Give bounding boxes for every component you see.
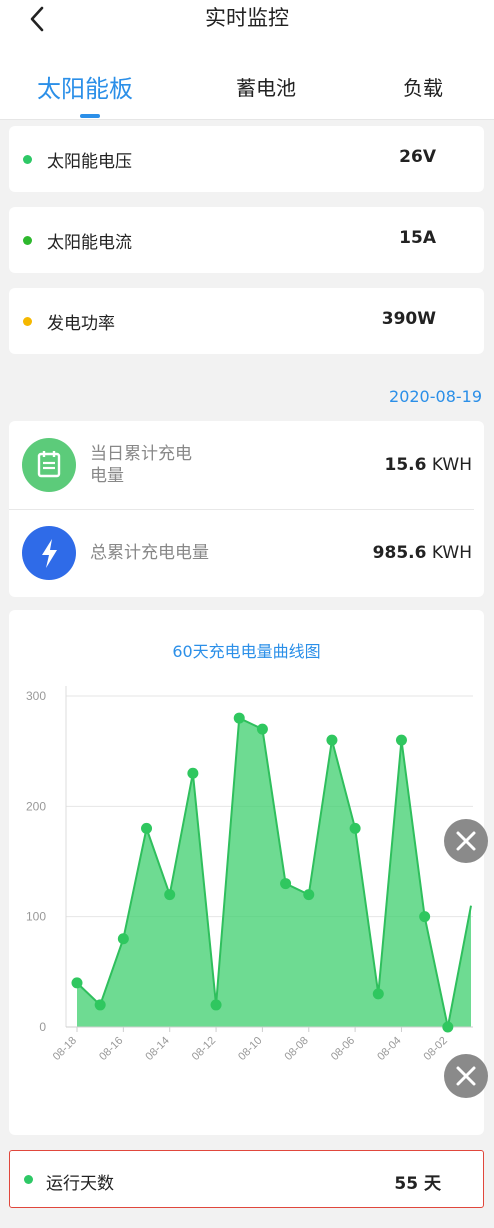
data-point <box>164 889 176 901</box>
data-point <box>326 734 338 746</box>
active-tab-indicator <box>80 114 100 118</box>
data-point <box>256 723 268 735</box>
daily-charge-value: 15.6 KWH <box>384 455 473 475</box>
data-point <box>419 911 431 923</box>
metric-row-solar-voltage: 太阳能电压 26V <box>9 126 484 192</box>
metric-value: 26V <box>399 147 436 167</box>
status-dot <box>24 1175 33 1184</box>
status-dot <box>23 236 32 245</box>
data-point <box>71 977 83 989</box>
metric-value: 390W <box>381 309 436 329</box>
tab-load[interactable]: 负载 <box>403 72 443 101</box>
status-dot <box>23 155 32 164</box>
metric-label: 太阳能电流 <box>47 233 132 253</box>
data-point <box>280 878 292 890</box>
x-tick-label: 08-16 <box>97 1035 125 1063</box>
data-point <box>233 712 245 724</box>
page-title: 实时监控 <box>205 6 289 30</box>
tab-solar-panel[interactable]: 太阳能板 <box>37 69 133 104</box>
tab-bar: 太阳能板 蓄电池 负载 <box>0 72 494 120</box>
status-dot <box>23 317 32 326</box>
total-charge-label: 总累计充电电量 <box>90 543 209 563</box>
x-tick-label: 08-08 <box>283 1035 311 1063</box>
x-tick-label: 08-14 <box>143 1035 171 1063</box>
y-tick-label: 300 <box>26 689 46 703</box>
metric-label: 太阳能电压 <box>47 152 132 172</box>
total-charge-value: 985.6 KWH <box>372 543 472 563</box>
x-tick-label: 08-12 <box>190 1035 218 1063</box>
close-icon[interactable] <box>444 819 488 863</box>
data-point <box>372 988 384 1000</box>
date-label[interactable]: 2020-08-19 <box>389 387 482 406</box>
charge-stats-card: 当日累计充电 电量 15.6 KWH 总累计充电电量 985.6 KWH <box>9 421 484 597</box>
top-bar: 实时监控 太阳能板 蓄电池 负载 <box>0 0 494 120</box>
data-point <box>94 999 106 1011</box>
y-tick-label: 0 <box>39 1020 46 1034</box>
x-tick-label: 08-18 <box>51 1035 79 1063</box>
data-point <box>141 822 153 834</box>
y-tick-label: 100 <box>26 910 46 924</box>
daily-charge-label: 当日累计充电 电量 <box>90 444 192 486</box>
x-tick-label: 08-04 <box>375 1035 403 1063</box>
close-icon[interactable] <box>444 1054 488 1098</box>
y-tick-label: 200 <box>26 799 46 813</box>
lightning-icon <box>22 526 76 580</box>
total-charge-item: 总累计充电电量 985.6 KWH <box>9 509 484 597</box>
area-chart: 0 100 200 300 08-18 08-16 08-14 08-12 08-10 08-08… <box>26 686 473 1063</box>
x-tick-label: 08-10 <box>236 1035 264 1063</box>
charge-chart-card: 60天充电电量曲线图 0 100 200 300 08-18 08-16 08-14 08-1… <box>9 610 484 1135</box>
data-point <box>210 999 222 1011</box>
data-point <box>187 767 199 779</box>
data-point <box>442 1021 454 1033</box>
tab-battery[interactable]: 蓄电池 <box>236 72 296 101</box>
x-tick-label: 08-06 <box>329 1035 357 1063</box>
daily-charge-item: 当日累计充电 电量 15.6 KWH <box>9 421 484 509</box>
metric-row-power: 发电功率 390W <box>9 288 484 354</box>
run-days-row: 运行天数 55 天 <box>9 1150 484 1208</box>
data-point <box>395 734 407 746</box>
data-point <box>349 822 361 834</box>
data-point <box>303 889 315 901</box>
metric-value: 15A <box>399 228 436 248</box>
run-days-value: 55 天 <box>394 1174 441 1194</box>
metric-label: 发电功率 <box>47 314 115 334</box>
run-days-label: 运行天数 <box>46 1174 114 1194</box>
metric-row-solar-current: 太阳能电流 15A <box>9 207 484 273</box>
battery-calendar-icon <box>22 438 76 492</box>
data-point <box>117 933 129 945</box>
series-area <box>77 718 471 1027</box>
